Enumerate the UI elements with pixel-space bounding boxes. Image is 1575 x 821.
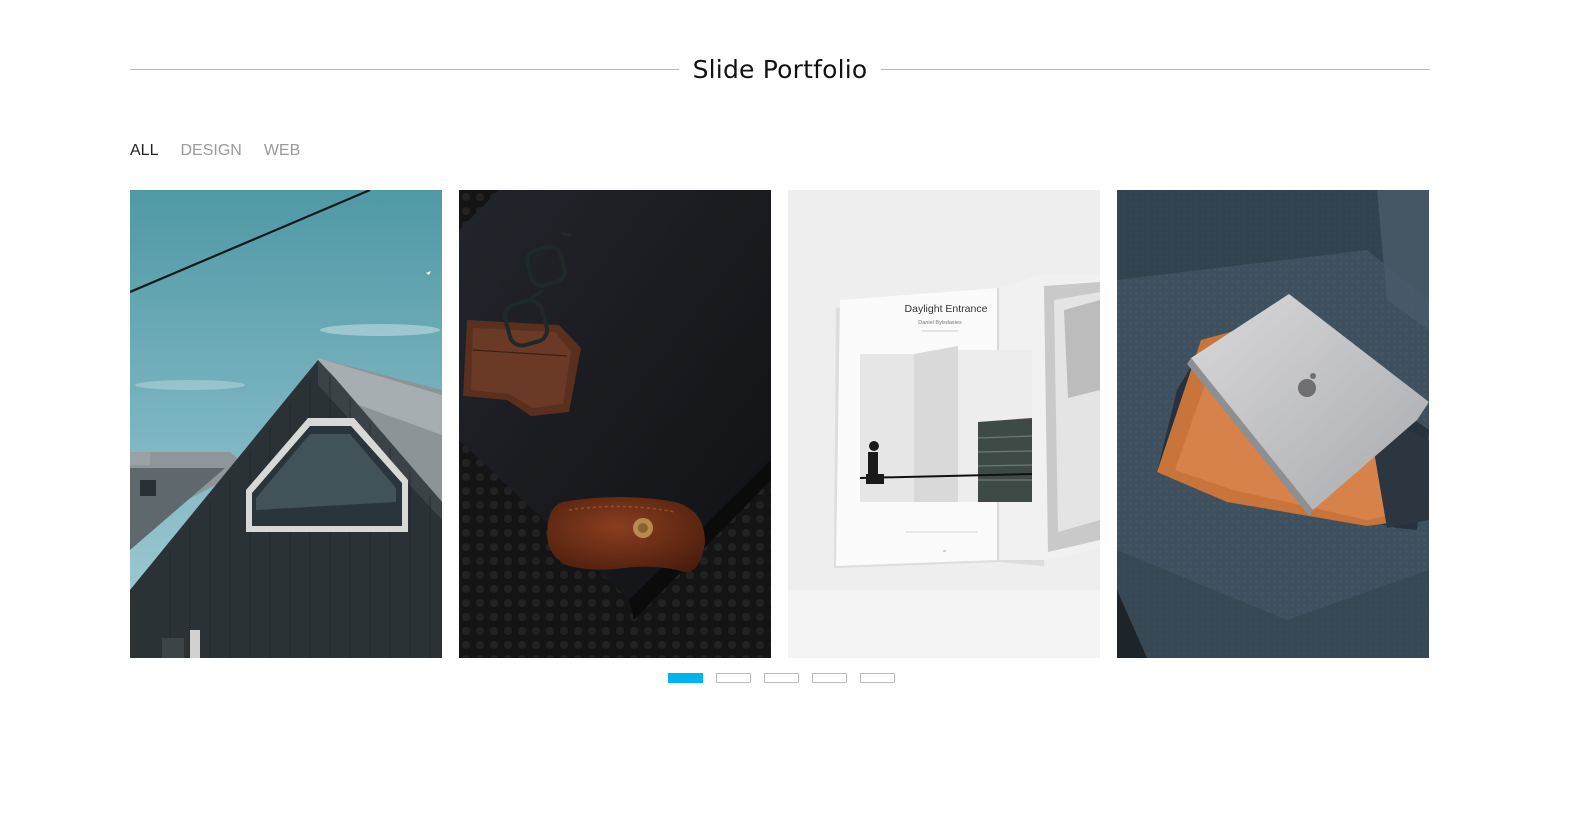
laptop-image — [1117, 190, 1429, 658]
pagination-dot-3[interactable] — [764, 673, 799, 683]
filter-web[interactable]: WEB — [264, 142, 300, 160]
portfolio-item-laptop[interactable] — [1117, 190, 1429, 658]
book-image: Daylight Entrance Daniel Bylsdasies — [788, 190, 1100, 658]
pagination-dot-5[interactable] — [860, 673, 895, 683]
pagination-dot-2[interactable] — [716, 673, 751, 683]
pagination-dot-4[interactable] — [812, 673, 847, 683]
filter-all[interactable]: ALL — [130, 142, 158, 160]
title-divider-right — [881, 68, 1430, 70]
page-title: Slide Portfolio — [692, 54, 868, 84]
section-header: Slide Portfolio — [130, 48, 1430, 90]
book-subheading: Daniel Bylsdasies — [918, 320, 962, 326]
portfolio-item-book[interactable]: Daylight Entrance Daniel Bylsdasies — [788, 190, 1100, 658]
leather-goods-image — [459, 190, 771, 658]
book-heading: Daylight Entrance — [905, 303, 988, 315]
portfolio-slider: Daylight Entrance Daniel Bylsdasies — [130, 190, 1430, 658]
title-divider-left — [130, 68, 679, 70]
house-image — [130, 190, 442, 658]
portfolio-item-house[interactable] — [130, 190, 442, 658]
filter-design[interactable]: DESIGN — [180, 142, 241, 160]
portfolio-filter-nav: ALL DESIGN WEB — [130, 142, 300, 160]
slider-pagination — [668, 673, 895, 683]
pagination-dot-1[interactable] — [668, 673, 703, 683]
portfolio-item-leather[interactable] — [459, 190, 771, 658]
